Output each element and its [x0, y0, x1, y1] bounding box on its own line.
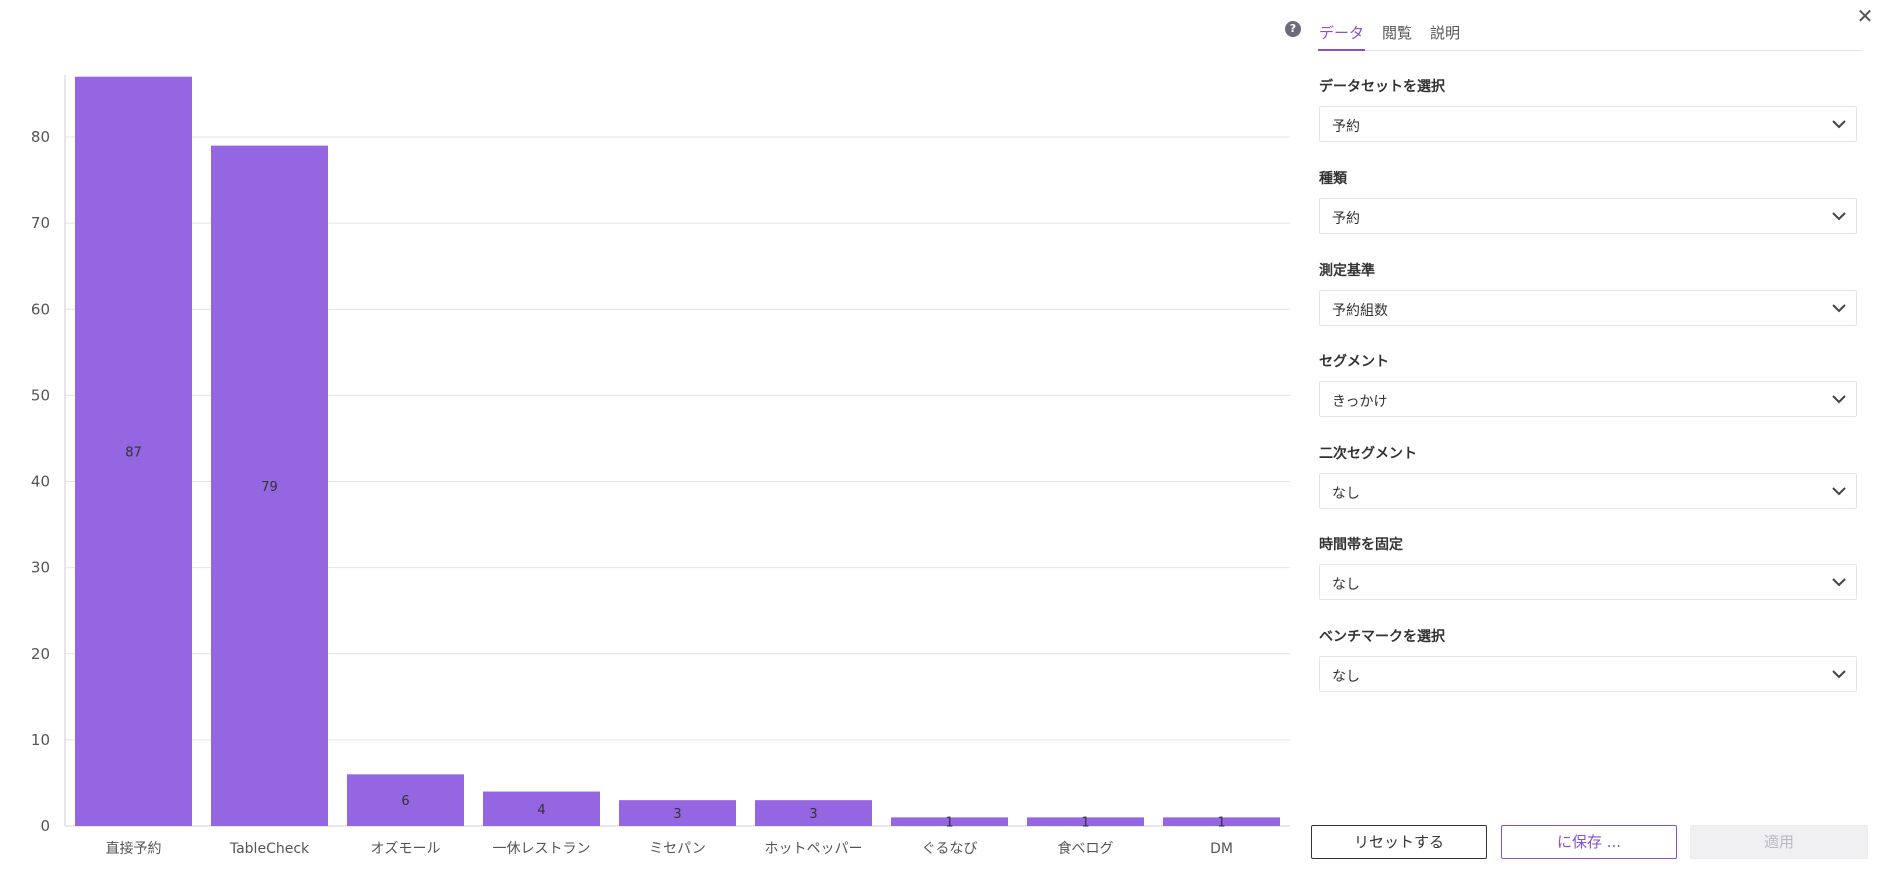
- dataset-select[interactable]: 予約: [1319, 106, 1857, 142]
- y-tick-label: 10: [31, 731, 50, 749]
- secondary-segment-select[interactable]: なし: [1319, 473, 1857, 509]
- y-tick-label: 20: [31, 645, 50, 663]
- type-select[interactable]: 予約: [1319, 198, 1857, 234]
- metric-label: 測定基準: [1319, 263, 1375, 279]
- benchmark-value: なし: [1332, 669, 1360, 685]
- bar-value-label: 1: [945, 816, 953, 831]
- question-circle-icon[interactable]: ?: [1285, 21, 1301, 37]
- chevron-down-icon: [1832, 670, 1846, 679]
- bar-value-label: 79: [261, 480, 278, 495]
- type-field: 種類 予約: [1319, 168, 1859, 234]
- chevron-down-icon: [1832, 212, 1846, 221]
- fixed-time-value: なし: [1332, 577, 1360, 593]
- x-category-label: 一休レストラン: [493, 841, 591, 857]
- x-category-label: ミセパン: [649, 841, 706, 857]
- metric-value: 予約組数: [1332, 303, 1388, 319]
- y-tick-label: 80: [31, 128, 50, 146]
- secondary-segment-value: なし: [1332, 486, 1360, 502]
- secondary-segment-label: 二次セグメント: [1319, 446, 1417, 462]
- tab-description[interactable]: 説明: [1429, 18, 1461, 50]
- chevron-down-icon: [1832, 487, 1846, 496]
- apply-button[interactable]: 適用: [1690, 825, 1868, 859]
- metric-field: 測定基準 予約組数: [1319, 260, 1859, 326]
- panel-tabs: データ 閲覧 説明: [1318, 18, 1863, 51]
- dataset-value: 予約: [1332, 119, 1360, 135]
- y-tick-label: 30: [31, 559, 50, 577]
- tab-data[interactable]: データ: [1318, 18, 1366, 51]
- bar-value-label: 3: [809, 807, 817, 822]
- dataset-field: データセットを選択 予約: [1319, 76, 1859, 142]
- benchmark-field: ベンチマークを選択 なし: [1319, 626, 1859, 692]
- y-tick-label: 40: [31, 473, 50, 491]
- save-button[interactable]: に保存 ...: [1501, 825, 1677, 859]
- type-label: 種類: [1319, 171, 1347, 187]
- bar-value-label: 1: [1081, 816, 1089, 831]
- y-tick-label: 50: [31, 386, 50, 404]
- segment-label: セグメント: [1319, 354, 1389, 370]
- y-tick-label: 0: [40, 817, 50, 835]
- chevron-down-icon: [1832, 304, 1846, 313]
- x-category-label: ぐるなび: [922, 841, 978, 857]
- secondary-segment-field: 二次セグメント なし: [1319, 443, 1859, 509]
- chart-editor: 0 10 20 30 40 50 60 70 80 87 直接予約 79 TableCheck 6 オズモー…: [0, 0, 1883, 874]
- bar-chart-svg: 0 10 20 30 40 50 60 70 80 87 直接予約 79 TableCheck 6 オズモー…: [31, 75, 1290, 857]
- segment-select[interactable]: きっかけ: [1319, 381, 1857, 417]
- chevron-down-icon: [1832, 395, 1846, 404]
- x-category-label: 直接予約: [106, 840, 162, 857]
- reset-button[interactable]: リセットする: [1311, 825, 1487, 859]
- dataset-label: データセットを選択: [1319, 79, 1445, 95]
- bar-value-label: 4: [537, 803, 545, 818]
- tab-view[interactable]: 閲覧: [1381, 18, 1413, 50]
- benchmark-label: ベンチマークを選択: [1319, 629, 1445, 645]
- bar-value-label: 87: [125, 445, 142, 460]
- segment-value: きっかけ: [1332, 394, 1388, 410]
- y-tick-label: 60: [31, 300, 50, 318]
- x-category-label: DM: [1210, 841, 1233, 857]
- segment-field: セグメント きっかけ: [1319, 351, 1859, 417]
- bar-value-label: 3: [673, 807, 681, 822]
- bar-chart: 0 10 20 30 40 50 60 70 80 87 直接予約 79 TableCheck 6 オズモー…: [0, 0, 1310, 874]
- chevron-down-icon: [1832, 120, 1846, 129]
- x-category-label: TableCheck: [229, 841, 310, 857]
- metric-select[interactable]: 予約組数: [1319, 290, 1857, 326]
- x-category-label: 食べログ: [1058, 840, 1114, 857]
- x-category-label: ホットペッパー: [765, 841, 863, 857]
- benchmark-select[interactable]: なし: [1319, 656, 1857, 692]
- y-tick-label: 70: [31, 214, 50, 232]
- fixed-time-label: 時間帯を固定: [1319, 537, 1403, 553]
- fixed-time-select[interactable]: なし: [1319, 564, 1857, 600]
- bar-value-label: 6: [401, 794, 409, 809]
- bar-value-label: 1: [1217, 816, 1225, 831]
- type-value: 予約: [1332, 211, 1360, 227]
- chevron-down-icon: [1832, 578, 1846, 587]
- fixed-time-field: 時間帯を固定 なし: [1319, 534, 1859, 600]
- x-category-label: オズモール: [371, 841, 441, 857]
